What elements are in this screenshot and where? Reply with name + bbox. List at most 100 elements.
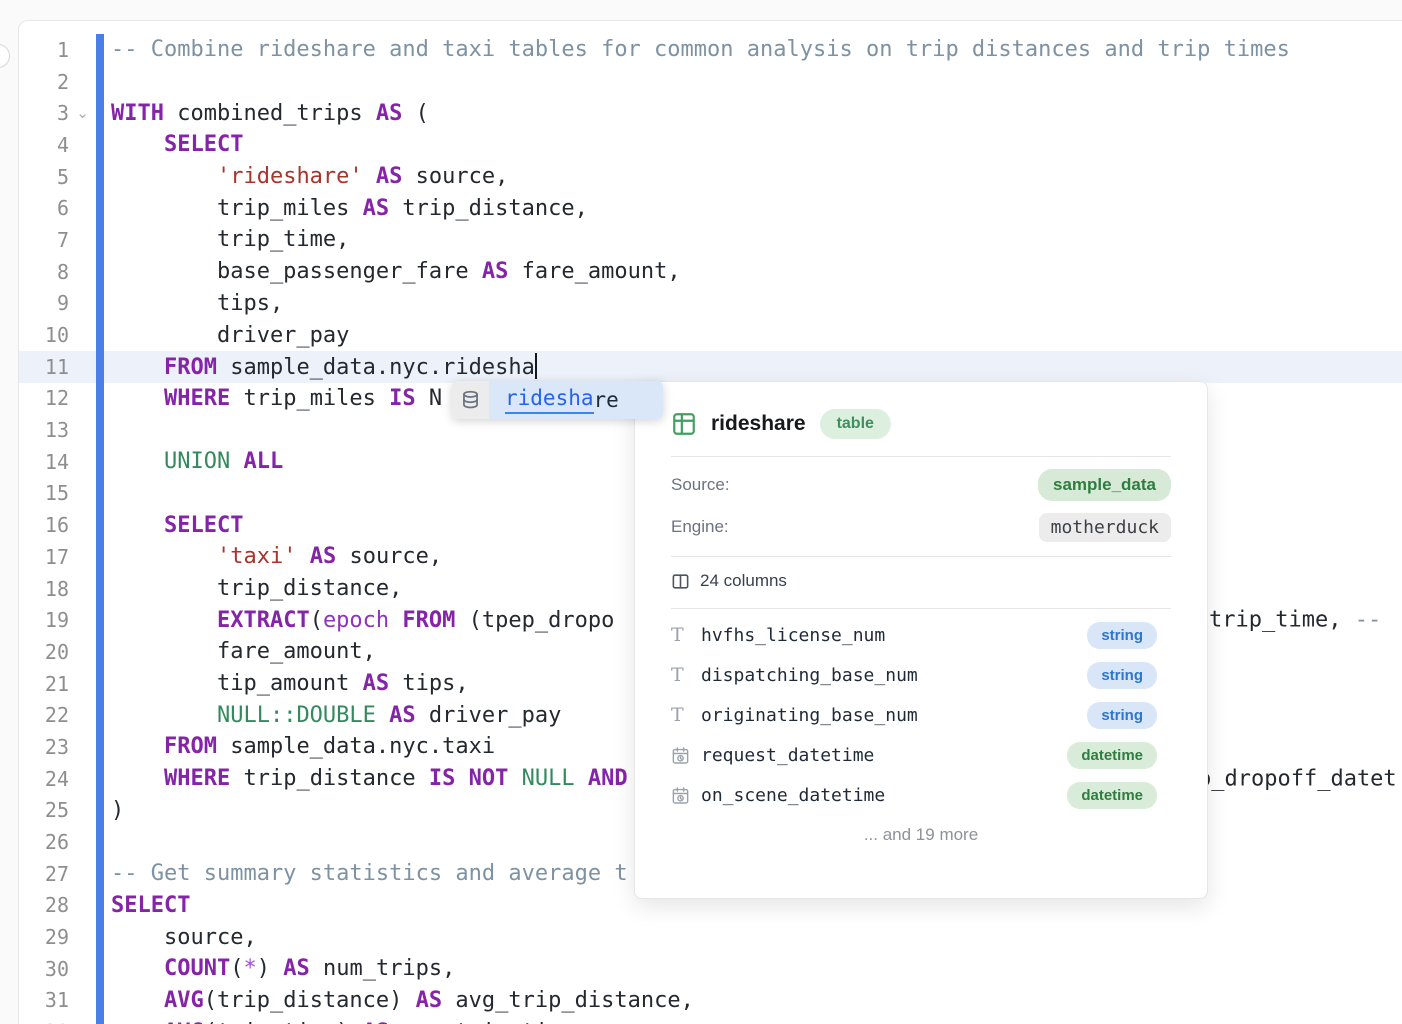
changed-line-indicator [96,414,104,446]
line-number: 32 [19,1020,69,1024]
divider [671,608,1171,609]
code-line-4[interactable]: 4 SELECT [19,129,1402,161]
code-text: trip_distance, [104,576,402,601]
changed-line-indicator [96,826,104,858]
changed-line-indicator [96,763,104,795]
columns-count-text: 24 columns [700,571,787,591]
line-number: 26 [19,830,69,854]
changed-line-indicator [96,604,104,636]
code-line-11[interactable]: 11 FROM sample_data.nyc.ridesha [19,351,1402,383]
fold-chevron-icon[interactable]: ⌄ [69,106,96,121]
line-number: 19 [19,608,69,632]
code-text-right-of-popup: trip_time, -- [1209,608,1381,633]
code-line-7[interactable]: 7 trip_time, [19,224,1402,256]
columns-count-row: 24 columns [671,565,1171,597]
changed-line-indicator [96,699,104,731]
line-number: 12 [19,386,69,410]
code-text: NULL::DOUBLE AS driver_pay [104,703,561,728]
code-line-29[interactable]: 29 source, [19,921,1402,953]
table-info-header: rideshare table [671,406,1171,442]
code-text: WHERE trip_distance IS NOT NULL AND [104,766,628,791]
autocomplete-rest-text: re [594,388,619,412]
table-icon [671,411,697,437]
code-line-3[interactable]: 3⌄WITH combined_trips AS ( [19,97,1402,129]
engine-value-badge: motherduck [1039,513,1171,542]
divider [671,456,1171,457]
code-line-30[interactable]: 30 COUNT(*) AS num_trips, [19,953,1402,985]
code-line-10[interactable]: 10 driver_pay [19,319,1402,351]
changed-line-indicator [96,509,104,541]
line-number: 1 [19,38,69,62]
changed-line-indicator [96,731,104,763]
code-line-8[interactable]: 8 base_passenger_fare AS fare_amount, [19,256,1402,288]
code-text: -- Get summary statistics and average t [104,861,628,886]
autocomplete-popup: rideshare [452,381,663,419]
columns-icon [671,572,690,591]
line-number: 28 [19,893,69,917]
autocomplete-item-rideshare[interactable]: rideshare [489,381,663,419]
code-text: fare_amount, [104,639,376,664]
changed-line-indicator [96,573,104,605]
changed-line-indicator [96,985,104,1017]
column-row-on_scene_datetime: on_scene_datetimedatetime [671,775,1171,815]
code-text: -- Combine rideshare and taxi tables for… [104,37,1290,62]
code-text: COUNT(*) AS num_trips, [104,956,455,981]
column-row-request_datetime: request_datetimedatetime [671,735,1171,775]
text-type-icon: T [671,624,701,646]
collapsed-side-button[interactable] [0,44,10,68]
changed-line-indicator [96,858,104,890]
line-number: 15 [19,481,69,505]
column-name: request_datetime [701,745,1067,766]
column-name: dispatching_base_num [701,665,1087,686]
table-name: rideshare [711,412,806,436]
column-row-originating_base_num: Toriginating_base_numstring [671,695,1171,735]
code-text: tips, [104,291,283,316]
source-label: Source: [671,475,730,495]
line-number: 11 [19,355,69,379]
code-text: UNION ALL [104,449,283,474]
changed-line-indicator [96,636,104,668]
changed-line-indicator [96,129,104,161]
code-line-32[interactable]: 32 AVG(trip_time) AS avg_trip_time, [19,1016,1402,1024]
column-type-badge: datetime [1067,782,1157,809]
code-line-9[interactable]: 9 tips, [19,288,1402,320]
divider [671,556,1171,557]
code-text: AVG(trip_distance) AS avg_trip_distance, [104,988,694,1013]
changed-line-indicator [96,541,104,573]
changed-line-indicator [96,953,104,985]
engine-label: Engine: [671,517,729,537]
line-number: 29 [19,925,69,949]
changed-line-indicator [96,97,104,129]
changed-line-indicator [96,66,104,98]
code-line-31[interactable]: 31 AVG(trip_distance) AS avg_trip_distan… [19,985,1402,1017]
line-number: 23 [19,735,69,759]
column-type-badge: string [1087,622,1157,649]
changed-line-indicator [96,890,104,922]
code-line-1[interactable]: 1 -- Combine rideshare and taxi tables fo… [19,34,1402,66]
code-line-5[interactable]: 5 'rideshare' AS source, [19,161,1402,193]
code-text: base_passenger_fare AS fare_amount, [104,259,681,284]
changed-line-indicator [96,383,104,415]
text-type-icon: T [671,664,701,686]
code-text: SELECT [104,893,190,918]
changed-line-indicator [96,446,104,478]
line-number: 13 [19,418,69,442]
table-info-panel: rideshare table Source: sample_data Engi… [634,381,1208,899]
code-text: trip_miles AS trip_distance, [104,196,588,221]
code-text: WITH combined_trips AS ( [104,101,429,126]
changed-line-indicator [96,921,104,953]
autocomplete-match-text: ridesha [505,386,594,414]
table-type-badge: table [820,409,891,439]
code-line-6[interactable]: 6 trip_miles AS trip_distance, [19,192,1402,224]
line-number: 17 [19,545,69,569]
line-number: 31 [19,988,69,1012]
changed-line-indicator [96,192,104,224]
line-number: 18 [19,577,69,601]
line-number: 27 [19,862,69,886]
code-line-2[interactable]: 2 [19,66,1402,98]
line-number: 4 [19,133,69,157]
line-number: 14 [19,450,69,474]
code-text: driver_pay [104,323,349,348]
database-icon [452,381,489,419]
line-number: 2 [19,70,69,94]
